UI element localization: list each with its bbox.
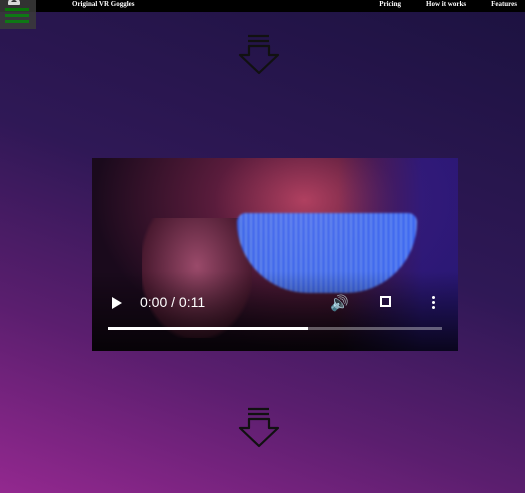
down-arrow-icon	[238, 34, 280, 75]
nav-item-pricing[interactable]: Pricing	[379, 0, 401, 9]
brand-link[interactable]: Original VR Goggles	[72, 0, 134, 9]
menu-bar	[5, 8, 29, 11]
fullscreen-icon[interactable]	[380, 296, 391, 307]
more-options-icon[interactable]	[432, 296, 435, 309]
top-navigation-bar: Original VR Goggles Pricing How it works…	[0, 0, 525, 12]
down-arrow-icon	[238, 407, 280, 448]
nav-item-how-it-works[interactable]: How it works	[426, 0, 466, 9]
main-nav: Pricing How it works Features	[379, 0, 517, 9]
hamburger-menu-icon[interactable]	[0, 0, 36, 29]
video-player[interactable]	[92, 158, 458, 351]
video-progress-fill	[108, 327, 309, 330]
lock-icon	[8, 0, 20, 5]
menu-bar	[5, 20, 29, 23]
video-time: 0:00 / 0:11	[140, 294, 206, 310]
volume-icon[interactable]: 🔊	[330, 294, 349, 312]
play-icon[interactable]	[112, 297, 122, 309]
menu-bar	[5, 14, 29, 17]
nav-item-features[interactable]: Features	[491, 0, 517, 9]
video-progress-bar[interactable]	[108, 327, 442, 330]
